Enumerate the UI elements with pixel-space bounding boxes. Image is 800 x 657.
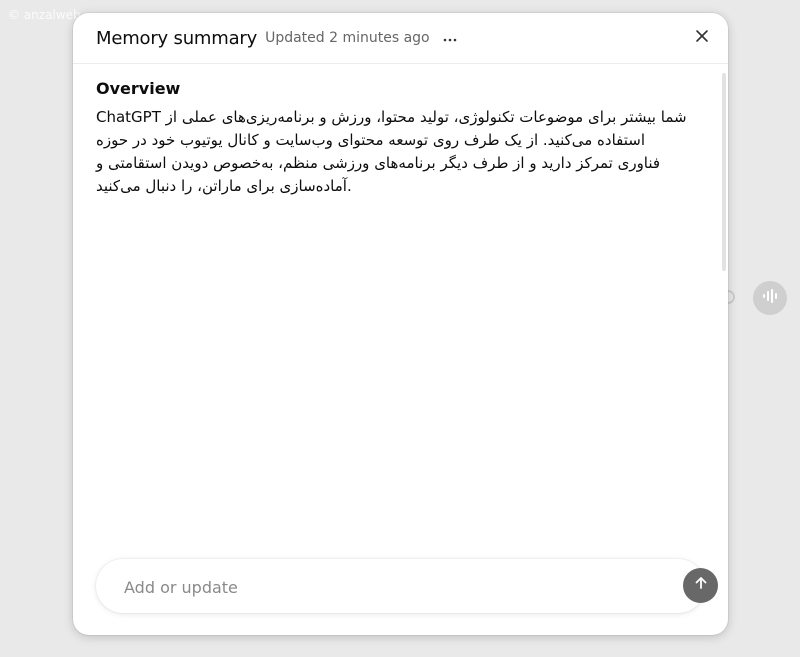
- close-button[interactable]: [690, 26, 714, 50]
- waveform-icon: [761, 287, 779, 310]
- voice-mode-button[interactable]: [753, 281, 787, 315]
- memory-summary-dialog: Memory summary Updated 2 minutes ago Ove…: [73, 13, 728, 635]
- scrollbar[interactable]: [722, 73, 726, 271]
- updated-timestamp: Updated 2 minutes ago: [265, 30, 430, 46]
- more-options-button[interactable]: [440, 28, 460, 48]
- dialog-title: Memory summary: [96, 27, 258, 49]
- memory-content: Overview ChatGPT شما بیشتر برای موضوعات …: [96, 79, 696, 198]
- section-heading-overview: Overview: [96, 79, 181, 98]
- arrow-up-icon: [693, 575, 709, 596]
- add-update-bar: [96, 559, 718, 615]
- add-update-input[interactable]: [122, 559, 646, 615]
- send-button[interactable]: [683, 568, 718, 603]
- ellipsis-icon: [443, 29, 457, 47]
- overview-text: ChatGPT شما بیشتر برای موضوعات تکنولوژی،…: [96, 108, 687, 195]
- dialog-header: Memory summary Updated 2 minutes ago: [73, 13, 728, 64]
- watermark: © anzalweb: [8, 8, 81, 22]
- close-icon: [695, 29, 709, 48]
